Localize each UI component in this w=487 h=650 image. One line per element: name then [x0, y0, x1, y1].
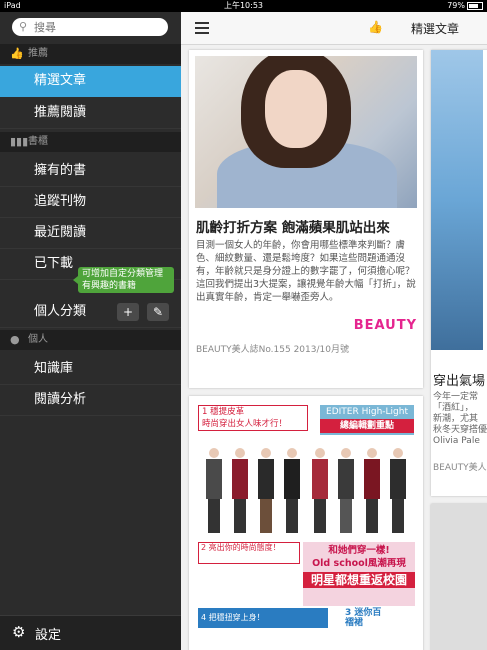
article-image — [431, 50, 483, 350]
sidebar-item-label: 追蹤刊物 — [34, 194, 87, 209]
person-icon: ● — [10, 333, 20, 346]
mag-subheading: 2 亮出你的時尚態度！ — [198, 542, 300, 564]
page-title: 精選文章 — [410, 22, 459, 36]
excerpt-line: 新潮，尤其 — [433, 414, 479, 424]
gear-icon: ⚙ — [12, 623, 26, 641]
excerpt-line: 秋冬天穿搭優 — [433, 425, 487, 435]
sidebar: ⚲ 👍 推薦 精選文章 推薦閱讀 ▮▮▮ 書櫃 擁有的書 追蹤刊物 最近閱讀 已… — [0, 12, 181, 650]
article-excerpt: 目測一個女人的年齡，你會用哪些標準來判斷？膚色、細紋數量、還是鬆垮度？如果這些問… — [196, 240, 416, 303]
section-personal: ● 個人 — [0, 330, 181, 350]
sidebar-item-label: 閱讀分析 — [34, 392, 87, 407]
battery-icon — [467, 1, 483, 10]
article-source: BEAUTY美人誌No.155 2013/10月號 — [196, 345, 349, 355]
mag-feature-line: Old school風潮再現 — [312, 558, 406, 569]
sidebar-item-label: 最近閱讀 — [34, 225, 87, 240]
sidebar-item-label: 擁有的書 — [34, 163, 87, 178]
excerpt-line: Olivia Pale — [433, 436, 480, 446]
excerpt-line: 「酒紅」， — [433, 403, 474, 413]
search-box[interactable]: ⚲ — [12, 18, 168, 36]
mag-feature-line: 和她們穿一樣! — [328, 545, 390, 556]
tooltip: 可增加自定分類管理 有興趣的書籍 — [73, 267, 174, 293]
sidebar-item-periodicals[interactable]: 追蹤刊物 — [0, 187, 181, 218]
edit-pencil-icon[interactable]: ✎ — [147, 303, 169, 321]
tooltip-line: 可增加自定分類管理 — [82, 269, 164, 279]
brand-logo: BEAUTY — [353, 318, 417, 333]
sidebar-item-label: 精選文章 — [34, 73, 87, 88]
fashion-photos — [198, 438, 414, 538]
article-source: BEAUTY美人 — [433, 463, 487, 473]
sidebar-item-featured[interactable]: 精選文章 — [0, 66, 181, 97]
top-bar: 👍 精選文章 — [181, 12, 487, 45]
sidebar-item-label: 知識庫 — [34, 361, 74, 376]
mag-feature-line: 明星都想重返校園 — [303, 572, 415, 588]
sidebar-item-custom-categories[interactable]: 個人分類 + ✎ — [0, 297, 181, 328]
sidebar-item-knowledge[interactable]: 知識庫 — [0, 354, 181, 385]
excerpt-line: 今年一定常 — [433, 392, 479, 402]
magazine-page-image: 1 穩提皮革 時尚穿出女人味才行！ EDITER High-Light 總編輯劃… — [195, 402, 417, 642]
section-label: 個人 — [28, 334, 48, 345]
article-card[interactable]: 1 穩提皮革 時尚穿出女人味才行！ EDITER High-Light 總編輯劃… — [189, 396, 423, 650]
section-shelf: ▮▮▮ 書櫃 — [0, 132, 181, 152]
search-icon: ⚲ — [19, 20, 28, 33]
sidebar-item-analysis[interactable]: 閱讀分析 — [0, 385, 181, 416]
article-card[interactable] — [431, 504, 487, 650]
battery-percent: 79% — [447, 1, 465, 10]
main-content: 👍 精選文章 肌齡打折方案 飽滿蘋果肌站出來 目測一個女人的年齡，你會用哪些標準… — [181, 12, 487, 650]
settings-label: 設定 — [35, 628, 62, 643]
thumbs-up-icon: 👍 — [10, 47, 24, 60]
mag-feature-box: 和她們穿一樣! Old school風潮再現 明星都想重返校園 — [303, 542, 415, 606]
status-bar: iPad 上午10:53 79% — [0, 0, 487, 12]
add-category-button[interactable]: + — [117, 303, 139, 321]
tooltip-line: 有興趣的書籍 — [82, 281, 137, 291]
sidebar-item-label: 已下載 — [34, 256, 74, 271]
article-card[interactable]: 肌齡打折方案 飽滿蘋果肌站出來 目測一個女人的年齡，你會用哪些標準來判斷？膚色、… — [189, 50, 423, 388]
sidebar-item-recent[interactable]: 最近閱讀 — [0, 218, 181, 249]
section-recommend: 👍 推薦 — [0, 44, 181, 64]
sidebar-item-owned[interactable]: 擁有的書 — [0, 156, 181, 187]
clock: 上午10:53 — [223, 1, 264, 10]
mag-editor-title: 總編輯劃重點 — [320, 419, 414, 433]
mag-heading-line: 1 穩提皮革 — [202, 407, 245, 417]
section-label: 推薦 — [28, 48, 48, 59]
sidebar-item-label: 推薦閱讀 — [34, 105, 87, 120]
mag-editor-label: EDITER High-Light — [326, 407, 408, 417]
mag-heading-line: 時尚穿出女人味才行！ — [202, 419, 288, 429]
article-image — [195, 56, 417, 208]
thumbs-up-icon: 👍 — [368, 20, 383, 34]
mag-heading: 1 穩提皮革 時尚穿出女人味才行！ — [198, 405, 308, 431]
article-excerpt: 今年一定常 「酒紅」， 新潮，尤其 秋冬天穿搭優 Olivia Pale — [433, 392, 487, 447]
article-card[interactable]: 穿出氣場 今年一定常 「酒紅」， 新潮，尤其 秋冬天穿搭優 Olivia Pal… — [431, 50, 487, 496]
menu-icon[interactable] — [195, 22, 209, 34]
battery-status: 79% — [447, 0, 483, 12]
mag-editor-box: EDITER High-Light 總編輯劃重點 — [320, 405, 414, 435]
bookshelf-icon: ▮▮▮ — [10, 135, 29, 148]
article-title: 穿出氣場 — [433, 374, 486, 389]
mag-subheading: 4 把穩扭穿上身！ — [198, 608, 328, 628]
settings-button[interactable]: ⚙ 設定 — [0, 615, 181, 650]
sidebar-item-recommended[interactable]: 推薦閱讀 — [0, 98, 181, 129]
sidebar-item-label: 個人分類 — [34, 304, 87, 319]
section-label: 書櫃 — [28, 136, 48, 147]
search-input[interactable] — [32, 19, 166, 36]
article-title: 肌齡打折方案 飽滿蘋果肌站出來 — [196, 220, 390, 236]
mag-subheading: 3 迷你百褶裙 — [345, 608, 382, 628]
